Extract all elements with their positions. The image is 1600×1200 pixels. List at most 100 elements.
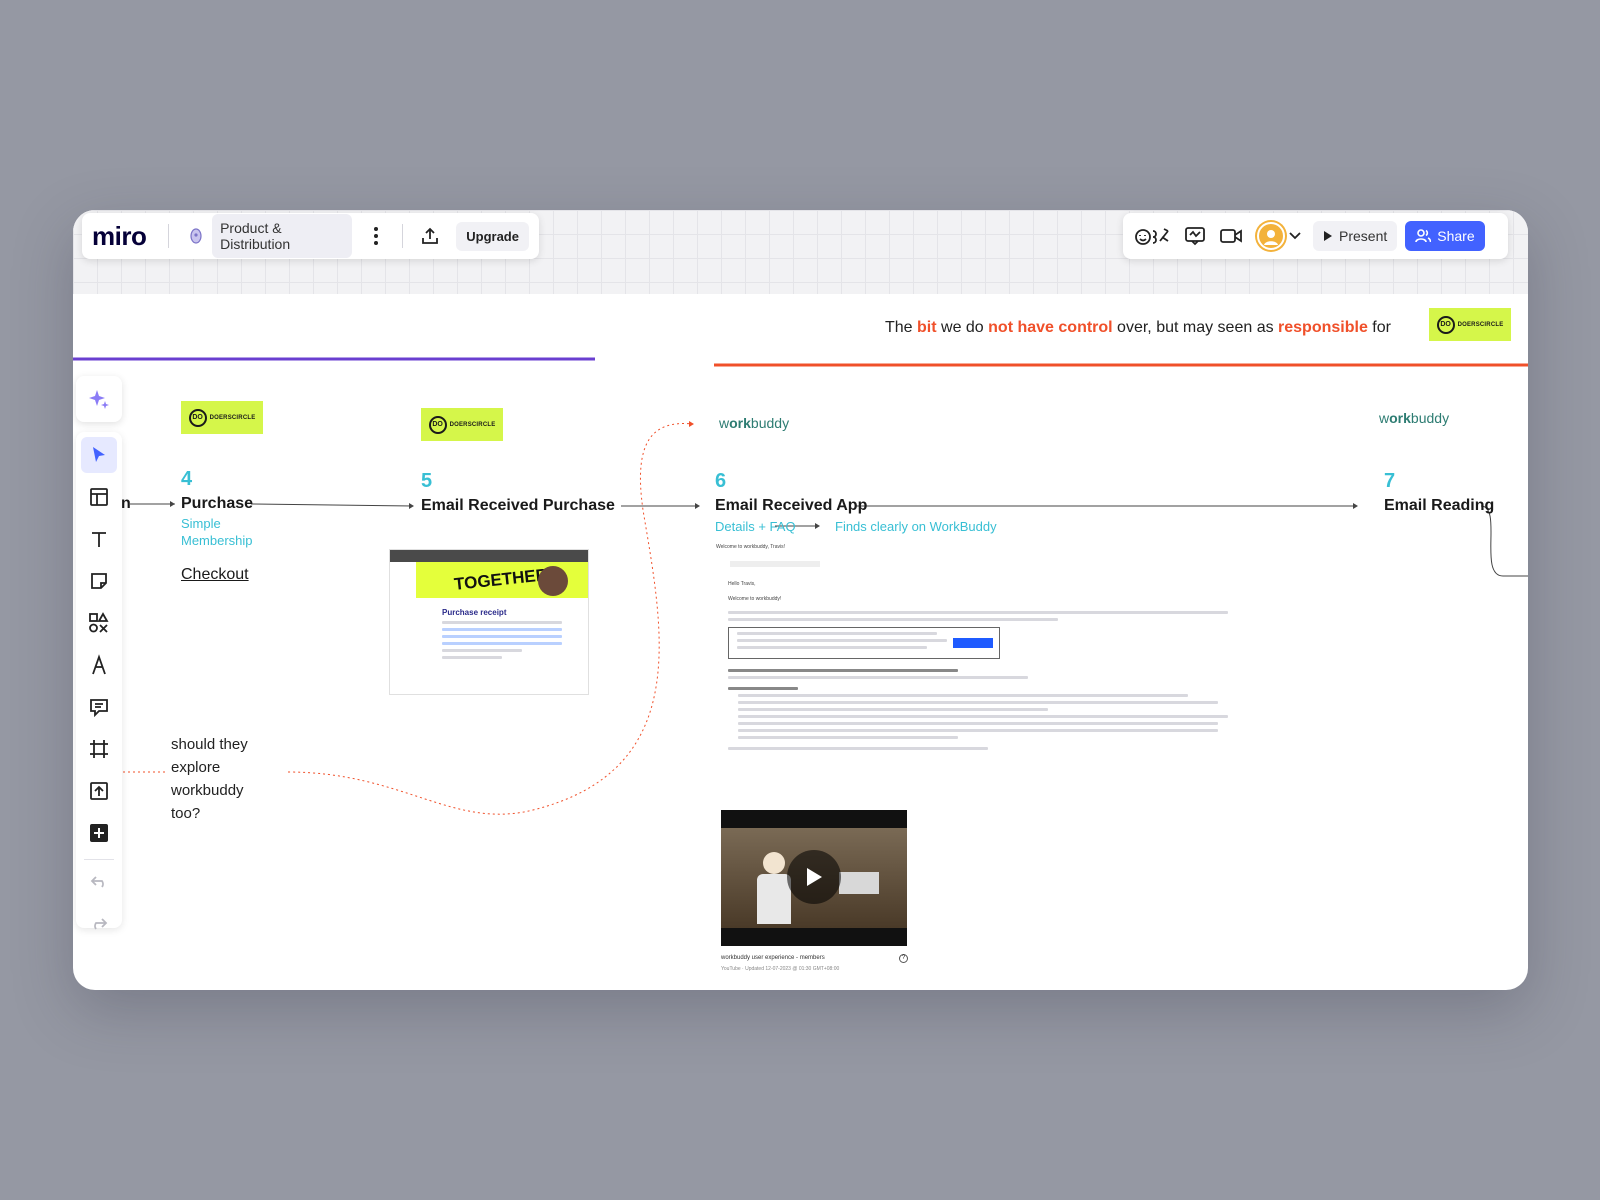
doerscircle-mark: DO	[188, 408, 207, 427]
video-meta: YouTube · Updated 12-07-2023 @ 01:30 GMT…	[721, 966, 840, 972]
receipt-hero-image: TOGETHER	[416, 562, 588, 598]
clipped-step-title[interactable]: n	[121, 495, 131, 513]
video-icon[interactable]	[1213, 218, 1249, 254]
note-line: should they	[171, 736, 248, 753]
text-line	[738, 715, 1228, 718]
user-avatar[interactable]	[1257, 222, 1285, 250]
workbuddy-text: buddy	[1410, 410, 1450, 426]
banner-text: we do	[936, 319, 989, 336]
redo-icon[interactable]	[81, 906, 117, 942]
responsibility-banner: The bit we do not have control over, but…	[885, 319, 1391, 337]
text-tool-icon[interactable]	[81, 521, 117, 557]
step-title[interactable]: Email Reading	[1384, 497, 1494, 515]
youtube-video-thumbnail[interactable]	[721, 810, 907, 946]
present-button[interactable]: Present	[1313, 221, 1398, 251]
board-icon[interactable]	[179, 218, 212, 254]
step-number: 4	[181, 468, 193, 490]
undo-icon[interactable]	[81, 864, 117, 900]
doerscircle-logo[interactable]: DO DOERSCIRCLE	[421, 408, 503, 441]
workbuddy-text: w	[719, 415, 730, 431]
left-toolbar	[76, 432, 122, 930]
step-title[interactable]: Email Received App	[715, 497, 867, 515]
text-line	[442, 642, 562, 645]
text-line	[738, 708, 1048, 711]
laptop	[839, 872, 879, 894]
more-tools-icon[interactable]	[81, 815, 117, 851]
step-title[interactable]: Purchase	[181, 495, 253, 513]
frame-tool-icon[interactable]	[81, 731, 117, 767]
pen-tool-icon[interactable]	[81, 647, 117, 683]
workbuddy-text: ork	[729, 415, 751, 431]
text-line	[442, 635, 562, 638]
checkout-link[interactable]: Checkout	[181, 566, 249, 584]
text-line	[442, 621, 562, 624]
banner-highlight: bit	[917, 319, 937, 336]
step-number: 5	[421, 470, 433, 492]
templates-tool-icon[interactable]	[81, 479, 117, 515]
workbuddy-logo[interactable]: workbuddy	[1379, 410, 1449, 426]
text-line	[737, 632, 937, 635]
banner-highlight: responsible	[1278, 319, 1368, 336]
text-line	[738, 694, 1188, 697]
comment-icon[interactable]	[1177, 218, 1213, 254]
board-name[interactable]: Product & Distribution	[212, 214, 352, 258]
share-button[interactable]: Share	[1405, 221, 1485, 251]
divider	[402, 224, 404, 248]
step-subtitle: Membership	[181, 533, 253, 548]
welcome-email-screenshot[interactable]: Welcome to workbuddy, Travis! Hello Trav…	[714, 544, 1239, 794]
share-label: Share	[1437, 228, 1475, 244]
doerscircle-mark: DO	[428, 415, 447, 434]
text-line	[728, 611, 1228, 614]
reactions-icon[interactable]	[1131, 218, 1177, 254]
sticky-note-text[interactable]: should they explore workbuddy too?	[171, 733, 248, 825]
text-line	[737, 646, 927, 649]
receipt-hero-text: TOGETHER	[453, 565, 549, 594]
text-line	[728, 669, 958, 672]
shapes-tool-icon[interactable]	[81, 605, 117, 641]
browser-bar	[390, 550, 588, 562]
doerscircle-logo[interactable]: DO DOERSCIRCLE	[1429, 308, 1511, 341]
play-icon	[807, 868, 822, 886]
text-line	[738, 701, 1218, 704]
download-button	[953, 638, 993, 648]
top-right-toolbar: Present Share	[1123, 213, 1508, 259]
doerscircle-mark: DO	[1436, 315, 1455, 334]
comment-tool-icon[interactable]	[81, 689, 117, 725]
workbuddy-logo[interactable]: workbuddy	[719, 415, 789, 431]
text-line	[442, 628, 562, 631]
upgrade-button[interactable]: Upgrade	[456, 221, 529, 251]
text-line	[728, 618, 1058, 621]
step-subtitle: Finds clearly on WorkBuddy	[835, 519, 997, 534]
chevron-down-icon[interactable]	[1285, 218, 1305, 254]
miro-logo[interactable]: miro	[92, 221, 147, 252]
ai-sparkle-icon[interactable]	[81, 381, 117, 417]
workbuddy-text: w	[1379, 410, 1390, 426]
more-options-icon[interactable]	[360, 218, 393, 254]
video-top-bar	[721, 810, 907, 828]
note-line: too?	[171, 805, 201, 822]
play-button[interactable]	[787, 850, 841, 904]
email-greeting: Hello Travis,	[728, 581, 756, 587]
receipt-title: Purchase receipt	[442, 608, 507, 617]
note-line: workbuddy	[171, 782, 244, 799]
banner-highlight: not have control	[988, 319, 1113, 336]
text-line	[442, 649, 522, 652]
doerscircle-text: DOERSCIRCLE	[1457, 321, 1504, 328]
select-tool-icon[interactable]	[81, 437, 117, 473]
workbuddy-text: ork	[1389, 410, 1411, 426]
upload-tool-icon[interactable]	[81, 773, 117, 809]
help-icon[interactable]: ?	[899, 954, 908, 963]
text-line	[728, 687, 798, 690]
step-title[interactable]: Email Received Purchase	[421, 497, 615, 515]
play-icon	[1324, 231, 1332, 241]
sticky-note-tool-icon[interactable]	[81, 563, 117, 599]
purchase-receipt-screenshot[interactable]: TOGETHER Purchase receipt	[389, 549, 589, 695]
doerscircle-logo[interactable]: DO DOERSCIRCLE	[181, 401, 263, 434]
doerscircle-text: DOERSCIRCLE	[449, 421, 496, 428]
export-icon[interactable]	[413, 218, 446, 254]
text-line	[442, 656, 502, 659]
note-line: explore	[171, 759, 221, 776]
video-bottom-bar	[721, 928, 907, 946]
banner-text: The	[885, 319, 918, 336]
email-welcome: Welcome to workbuddy!	[728, 596, 782, 602]
